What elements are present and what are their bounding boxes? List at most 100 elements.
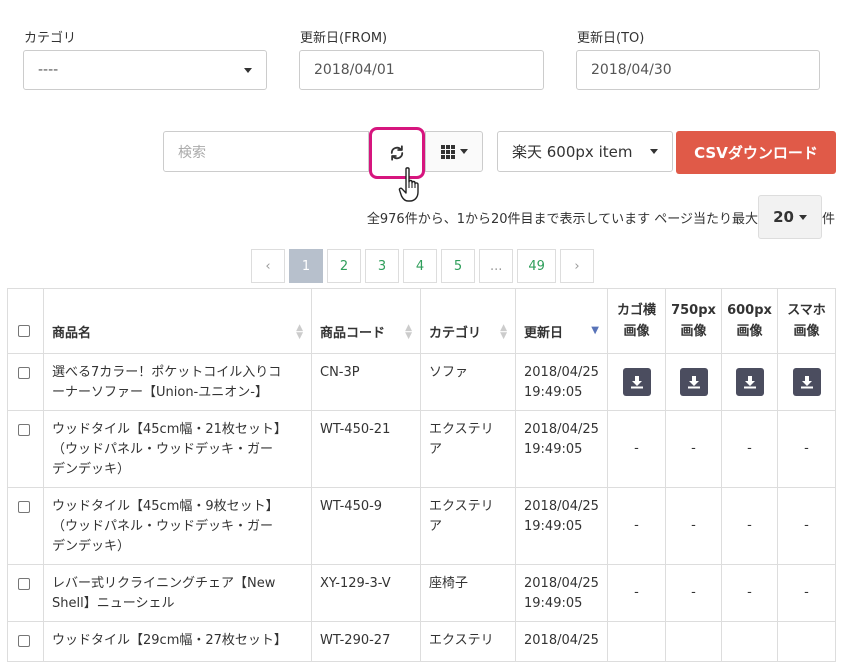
download-icon [630,376,643,389]
category-select-value: ---- [38,62,59,78]
product-name-line: （ウッドパネル・ウッドデッキ・ガー [52,442,274,457]
grid-icon [440,144,455,159]
updated-cell: 2018/04/25 19:49:05 [515,353,608,411]
row-select-cell [7,353,44,411]
download-button[interactable] [679,368,708,396]
updated-date: 2018/04/25 [524,633,599,648]
download-icon [800,376,813,389]
refresh-icon [390,145,404,161]
product-code-cell: WT-290-27 [311,621,421,662]
download-icon [743,376,756,389]
product-name-line: ーナーソファー【Union-ユニオン-】 [52,385,268,400]
download-button[interactable] [622,368,651,396]
category-cell: エクステリア [420,487,516,565]
product-name-line: ウッドタイル【29cm幅・27枚セット】 [52,633,287,648]
category-select[interactable]: ---- [23,50,267,90]
csv-download-button[interactable]: CSVダウンロード [676,131,836,174]
updated-date: 2018/04/25 [524,499,599,514]
column-header-code-label: 商品コード [320,326,386,341]
product-name-cell: ウッドタイル【45cm幅・9枚セット】 （ウッドパネル・ウッドデッキ・ガー デンデッ… [43,487,312,565]
date-to-input[interactable]: 2018/04/30 [576,50,820,90]
page-button-2[interactable]: 2 [327,249,361,283]
download-icon [687,376,700,389]
column-header-img3-line2: 画像 [736,324,763,339]
select-all-checkbox[interactable] [18,325,30,337]
product-name-line: 選べる7カラー！ポケットコイル入りコ [52,365,282,380]
search-input[interactable]: 検索 [163,131,369,172]
sort-desc-icon: ▼ [591,325,599,336]
img2-cell [665,353,722,411]
row-checkbox[interactable] [18,635,30,647]
category-line: ア [429,442,443,457]
column-toggle-button[interactable] [425,131,483,172]
img4-cell: - [777,410,836,488]
img1-cell [607,353,666,411]
column-header-name[interactable]: 商品名 ▲ ▼ [43,288,312,354]
column-header-img3: 600px 画像 [721,288,778,354]
date-from-input[interactable]: 2018/04/01 [299,50,544,90]
img3-cell: - [721,410,778,488]
updated-cell: 2018/04/25 19:49:05 [515,410,608,488]
table-row: ウッドタイル【45cm幅・9枚セット】 （ウッドパネル・ウッドデッキ・ガー デンデッ… [7,487,836,565]
updated-cell: 2018/04/25 19:49:05 [515,487,608,565]
product-name-line: デンデッキ） [52,462,131,477]
page-button-4[interactable]: 4 [403,249,437,283]
img2-cell: - [665,564,722,622]
column-header-img4-line1: スマホ [787,303,826,318]
product-name-cell: ウッドタイル【29cm幅・27枚セット】 [43,621,312,662]
img1-cell: - [607,487,666,565]
product-code-cell: CN-3P [311,353,421,411]
per-page-value: 20 [773,208,794,226]
category-cell: エクステリア [420,410,516,488]
row-checkbox[interactable] [18,424,30,436]
product-name-line: ウッドタイル【45cm幅・21枚セット】 [52,422,287,437]
page-button-49[interactable]: 49 [517,249,556,283]
category-cell: エクステリ [420,621,516,662]
search-placeholder: 検索 [178,144,206,161]
row-checkbox[interactable] [18,367,30,379]
category-line: エクステリ [429,422,494,437]
column-header-img4-line2: 画像 [793,324,820,339]
column-header-category[interactable]: カテゴリ ▲ ▼ [420,288,516,354]
page-button-1[interactable]: 1 [289,249,323,283]
date-to-label: 更新日(TO) [577,31,645,46]
download-button[interactable] [735,368,764,396]
updated-time: 19:49:05 [524,442,583,457]
column-header-code[interactable]: 商品コード ▲ ▼ [311,288,421,354]
product-name-cell: ウッドタイル【45cm幅・21枚セット】 （ウッドパネル・ウッドデッキ・ガー デンデ… [43,410,312,488]
pagination: ‹ 1 2 3 4 5 ... 49 › [251,249,594,283]
img4-cell [777,621,836,662]
img4-cell: - [777,487,836,565]
product-name-line: レバー式リクライニングチェア【New [52,576,276,591]
column-header-img2: 750px 画像 [665,288,722,354]
column-header-name-label: 商品名 [52,326,92,341]
product-name-line: （ウッドパネル・ウッドデッキ・ガー [52,519,274,534]
img3-cell: - [721,564,778,622]
row-select-cell [7,564,44,622]
column-header-updated-label: 更新日 [524,326,564,341]
format-select[interactable]: 楽天 600px item [497,131,673,172]
per-page-select[interactable]: 20 [758,195,822,239]
page-button-3[interactable]: 3 [365,249,399,283]
column-header-img4: スマホ 画像 [777,288,836,354]
img4-cell: - [777,564,836,622]
column-header-category-label: カテゴリ [429,326,482,341]
column-header-img3-line1: 600px [727,303,772,318]
page-next-button[interactable]: › [559,249,594,283]
page-prev-button[interactable]: ‹ [251,249,285,283]
page-button-5[interactable]: 5 [441,249,475,283]
category-cell: ソファ [420,353,516,411]
row-checkbox[interactable] [18,578,30,590]
updated-time: 19:49:05 [524,519,583,534]
row-checkbox[interactable] [18,501,30,513]
category-label: カテゴリ [24,31,77,46]
column-header-updated[interactable]: 更新日 ▼ [515,288,608,354]
date-to-value: 2018/04/30 [591,62,672,78]
download-button[interactable] [792,368,821,396]
table-header-row: 商品名 ▲ ▼ 商品コード ▲ ▼ カテゴリ ▲ ▼ 更新日 ▼ カゴ横 画像 750p… [7,288,836,354]
img3-cell [721,353,778,411]
column-header-img1: カゴ横 画像 [607,288,666,354]
select-all-cell [7,288,44,354]
product-name-cell: レバー式リクライニングチェア【New Shell】ニューシェル [43,564,312,622]
sort-icon: ▲ ▼ [296,323,303,341]
